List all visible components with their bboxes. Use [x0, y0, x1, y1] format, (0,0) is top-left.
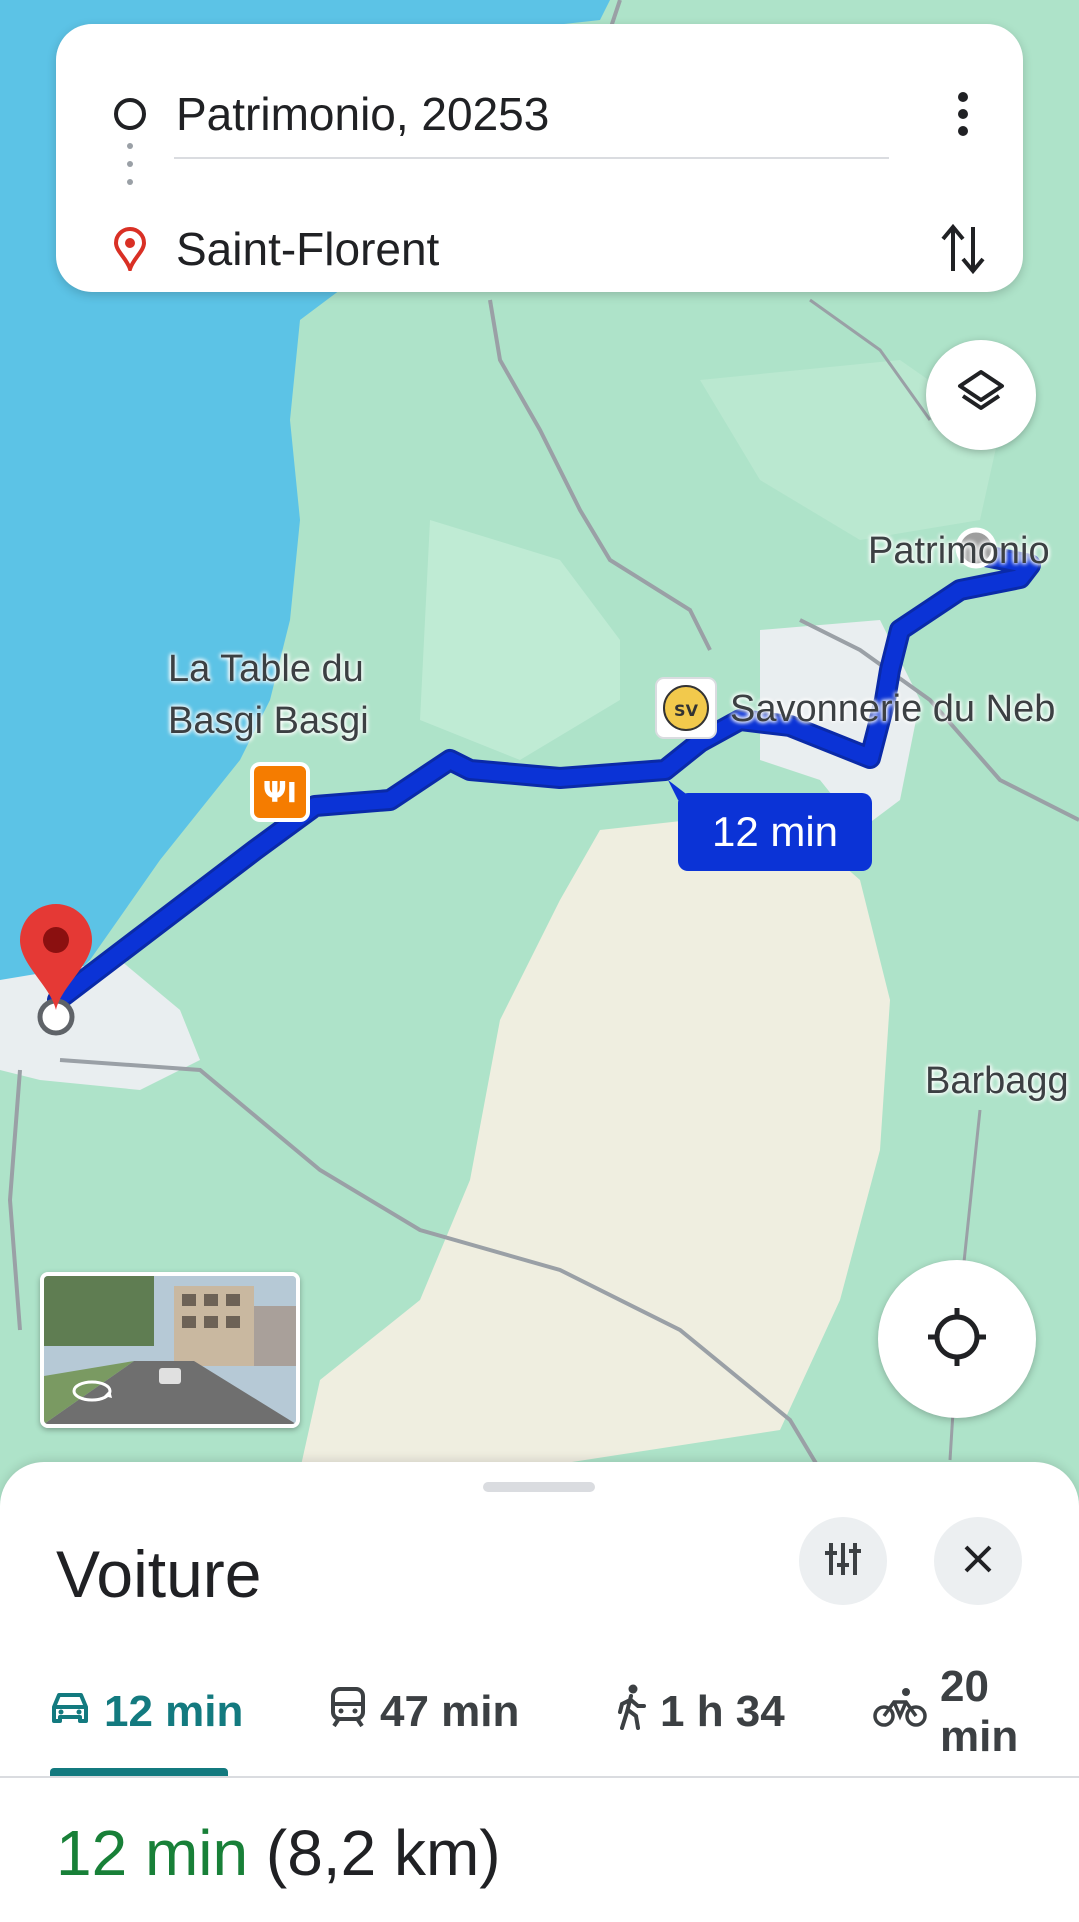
tab-bike-label: 20 min — [940, 1662, 1019, 1761]
destination-text[interactable]: Saint-Florent — [176, 222, 439, 276]
sheet-title: Voiture — [56, 1537, 262, 1611]
origin-text[interactable]: Patrimonio, 20253 — [176, 87, 549, 141]
my-location-button[interactable] — [878, 1260, 1036, 1418]
bike-icon — [872, 1686, 928, 1739]
street-view-thumbnail[interactable] — [40, 1272, 300, 1428]
map-label-restaurant-line1[interactable]: La Table du — [168, 648, 364, 691]
swap-direction-icon[interactable] — [933, 219, 993, 279]
map-label-patrimonio[interactable]: Patrimonio — [868, 530, 1050, 573]
sheet-divider — [0, 1776, 1079, 1778]
crosshair-icon — [924, 1304, 990, 1375]
transit-icon — [328, 1686, 368, 1739]
street-view-rotate-icon — [70, 1376, 114, 1411]
route-summary[interactable]: 12 min (8,2 km) — [56, 1816, 501, 1890]
tab-bike[interactable]: 20 min — [872, 1662, 1079, 1761]
tab-car-label: 12 min — [104, 1687, 244, 1736]
summary-distance: (8,2 km) — [265, 1817, 501, 1889]
svg-text:ΨI: ΨI — [263, 776, 297, 809]
svg-text:SV: SV — [674, 701, 699, 720]
bottom-sheet[interactable]: Voiture 12 min 47 min 1 h 34 20 min 12 m… — [0, 1462, 1079, 1922]
tab-transit-label: 47 min — [380, 1687, 520, 1736]
sliders-icon — [823, 1539, 863, 1584]
active-tab-indicator — [50, 1768, 228, 1776]
route-time-bubble[interactable]: 12 min — [678, 793, 872, 871]
map-label-barbaggio[interactable]: Barbagg — [925, 1060, 1069, 1103]
car-icon — [48, 1687, 92, 1738]
tab-walk-label: 1 h 34 — [660, 1687, 785, 1736]
layers-button[interactable] — [926, 340, 1036, 450]
destination-pin-icon — [110, 227, 150, 271]
destination-row[interactable]: Saint-Florent — [56, 194, 1023, 304]
walk-icon — [614, 1684, 648, 1741]
directions-card: Patrimonio, 20253 Saint-Florent — [56, 24, 1023, 292]
travel-mode-tabs: 12 min 47 min 1 h 34 20 min — [0, 1662, 1079, 1761]
more-options-icon[interactable] — [933, 84, 993, 144]
map-label-savonnerie[interactable]: Savonnerie du Neb — [730, 688, 1055, 731]
close-icon — [962, 1543, 994, 1580]
origin-row[interactable]: Patrimonio, 20253 — [56, 59, 1023, 169]
route-options-button[interactable] — [799, 1517, 887, 1605]
map-label-restaurant-line2[interactable]: Basgi Basgi — [168, 700, 369, 743]
sheet-drag-handle[interactable] — [483, 1482, 595, 1492]
tab-walk[interactable]: 1 h 34 — [614, 1672, 785, 1752]
card-divider — [174, 157, 889, 159]
tab-car[interactable]: 12 min — [48, 1672, 243, 1752]
origin-circle-icon — [110, 94, 150, 134]
tab-transit[interactable]: 47 min — [328, 1672, 519, 1752]
layers-icon — [954, 366, 1008, 425]
summary-duration: 12 min — [56, 1817, 249, 1889]
close-button[interactable] — [934, 1517, 1022, 1605]
